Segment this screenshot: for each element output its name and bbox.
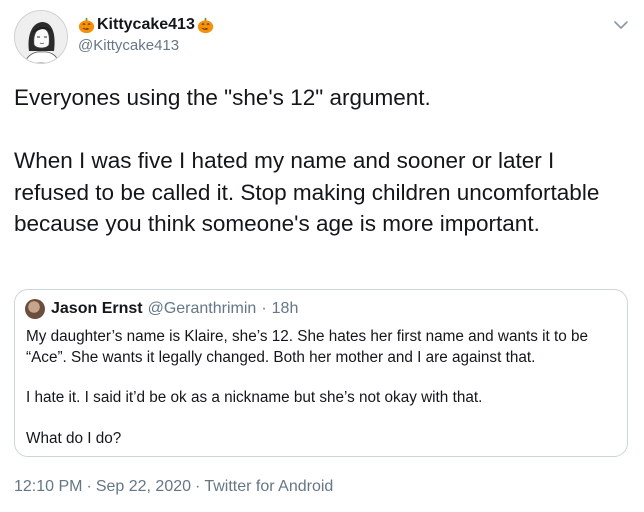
tweet-footer: 12:10 PM · Sep 22, 2020 · Twitter for Androi… — [14, 477, 333, 497]
tweet-date-link[interactable]: Sep 22, 2020 — [96, 478, 191, 495]
quoted-tweet-header: Jason Ernst @Geranthrimin · 18h — [25, 299, 298, 319]
quoted-dot-separator: · — [261, 300, 267, 317]
author-handle[interactable]: @Kittycake413 — [78, 36, 214, 56]
tweet-header: Kittycake413 @Kittycake413 — [14, 10, 630, 66]
tweet-card: Kittycake413 @Kittycake413 Everyones usi… — [0, 0, 644, 512]
quoted-paragraph: I hate it. I said it’d be ok as a nickna… — [26, 389, 483, 406]
chevron-down-icon[interactable] — [612, 16, 630, 34]
quoted-tweet-text: My daughter’s name is Klaire, she’s 12. … — [26, 327, 622, 469]
quoted-tweet[interactable]: Jason Ernst @Geranthrimin · 18h My daugh… — [14, 289, 628, 457]
quoted-author-handle: @Geranthrimin — [147, 300, 257, 317]
author-avatar[interactable] — [14, 10, 68, 64]
footer-separator: · — [195, 478, 201, 495]
jack-o-lantern-icon — [197, 17, 214, 34]
quoted-author-avatar — [25, 299, 45, 319]
footer-separator: · — [86, 478, 92, 495]
author-display-name-row[interactable]: Kittycake413 — [78, 15, 214, 35]
tweet-source-link[interactable]: Twitter for Android — [204, 478, 333, 495]
quoted-author-name: Jason Ernst — [51, 300, 143, 317]
author-display-name: Kittycake413 — [97, 16, 195, 33]
tweet-time-link[interactable]: 12:10 PM — [14, 478, 82, 495]
tweet-text: Everyones using the "she's 12" argument.… — [14, 85, 600, 236]
quoted-paragraph: What do I do? — [26, 429, 122, 447]
jack-o-lantern-icon — [78, 17, 95, 34]
quoted-timestamp: 18h — [271, 300, 299, 317]
author-names: Kittycake413 @Kittycake413 — [78, 15, 214, 56]
quoted-paragraph: My daughter’s name is Klaire, she’s 12. … — [26, 328, 589, 366]
